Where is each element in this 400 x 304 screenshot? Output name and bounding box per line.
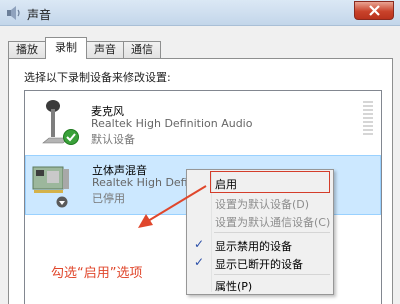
annotation-text: 勾选“启用”选项 — [51, 266, 143, 281]
tab-recording[interactable]: 录制 — [45, 37, 87, 59]
